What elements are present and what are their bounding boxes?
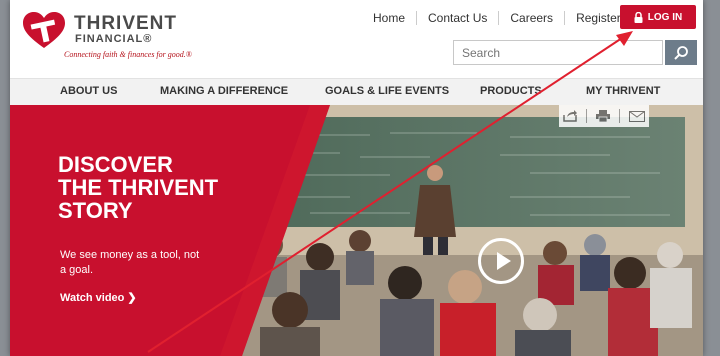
hero-title-line-1: DISCOVER: [58, 152, 173, 177]
watch-video-link[interactable]: Watch video ❯: [60, 291, 137, 304]
share-icon[interactable]: [563, 110, 578, 122]
brand-tagline: Connecting faith & finances for good.®: [64, 50, 192, 59]
utility-link-home[interactable]: Home: [362, 11, 416, 25]
thrivent-logo[interactable]: THRIVENT FINANCIAL® Connecting faith & f…: [22, 10, 252, 70]
hero-banner[interactable]: DISCOVER THE THRIVENT STORY We see money…: [10, 105, 703, 356]
nav-products[interactable]: PRODUCTS: [480, 85, 542, 97]
utility-link-contact[interactable]: Contact Us: [416, 11, 498, 25]
main-nav: ABOUT US MAKING A DIFFERENCE GOALS & LIF…: [10, 78, 703, 106]
thrivent-heart-cross-icon: [23, 12, 65, 48]
login-button[interactable]: LOG IN: [620, 5, 696, 29]
login-label: LOG IN: [647, 11, 683, 23]
hero-subtitle: We see money as a tool, not a goal.: [60, 249, 200, 276]
nav-making-a-difference[interactable]: MAKING A DIFFERENCE: [160, 85, 288, 97]
utility-link-careers[interactable]: Careers: [498, 11, 564, 25]
hero-title-line-2: THE THRIVENT: [58, 175, 219, 200]
nav-goals-life-events[interactable]: GOALS & LIFE EVENTS: [325, 85, 449, 97]
email-icon[interactable]: [628, 110, 645, 122]
share-toolbar: [559, 105, 649, 127]
lock-icon: [634, 11, 643, 23]
search-input[interactable]: [453, 40, 663, 65]
hero-video-scene: [10, 105, 703, 356]
page: THRIVENT FINANCIAL® Connecting faith & f…: [10, 0, 703, 356]
search-button[interactable]: [665, 40, 697, 65]
hero-title: DISCOVER THE THRIVENT STORY: [58, 153, 258, 222]
play-video-button[interactable]: [478, 238, 524, 284]
magnifier-icon: [674, 45, 688, 60]
print-icon[interactable]: [595, 110, 610, 122]
brand-name: THRIVENT: [74, 13, 177, 34]
toolbar-divider: [618, 109, 620, 123]
brand-subname: FINANCIAL®: [75, 33, 153, 45]
nav-my-thrivent[interactable]: MY THRIVENT: [586, 85, 660, 97]
toolbar-divider: [586, 109, 588, 123]
nav-about-us[interactable]: ABOUT US: [60, 85, 117, 97]
search-box: [453, 40, 697, 65]
utility-nav: Home Contact Us Careers Register: [362, 10, 632, 26]
hero-title-line-3: STORY: [58, 198, 133, 223]
